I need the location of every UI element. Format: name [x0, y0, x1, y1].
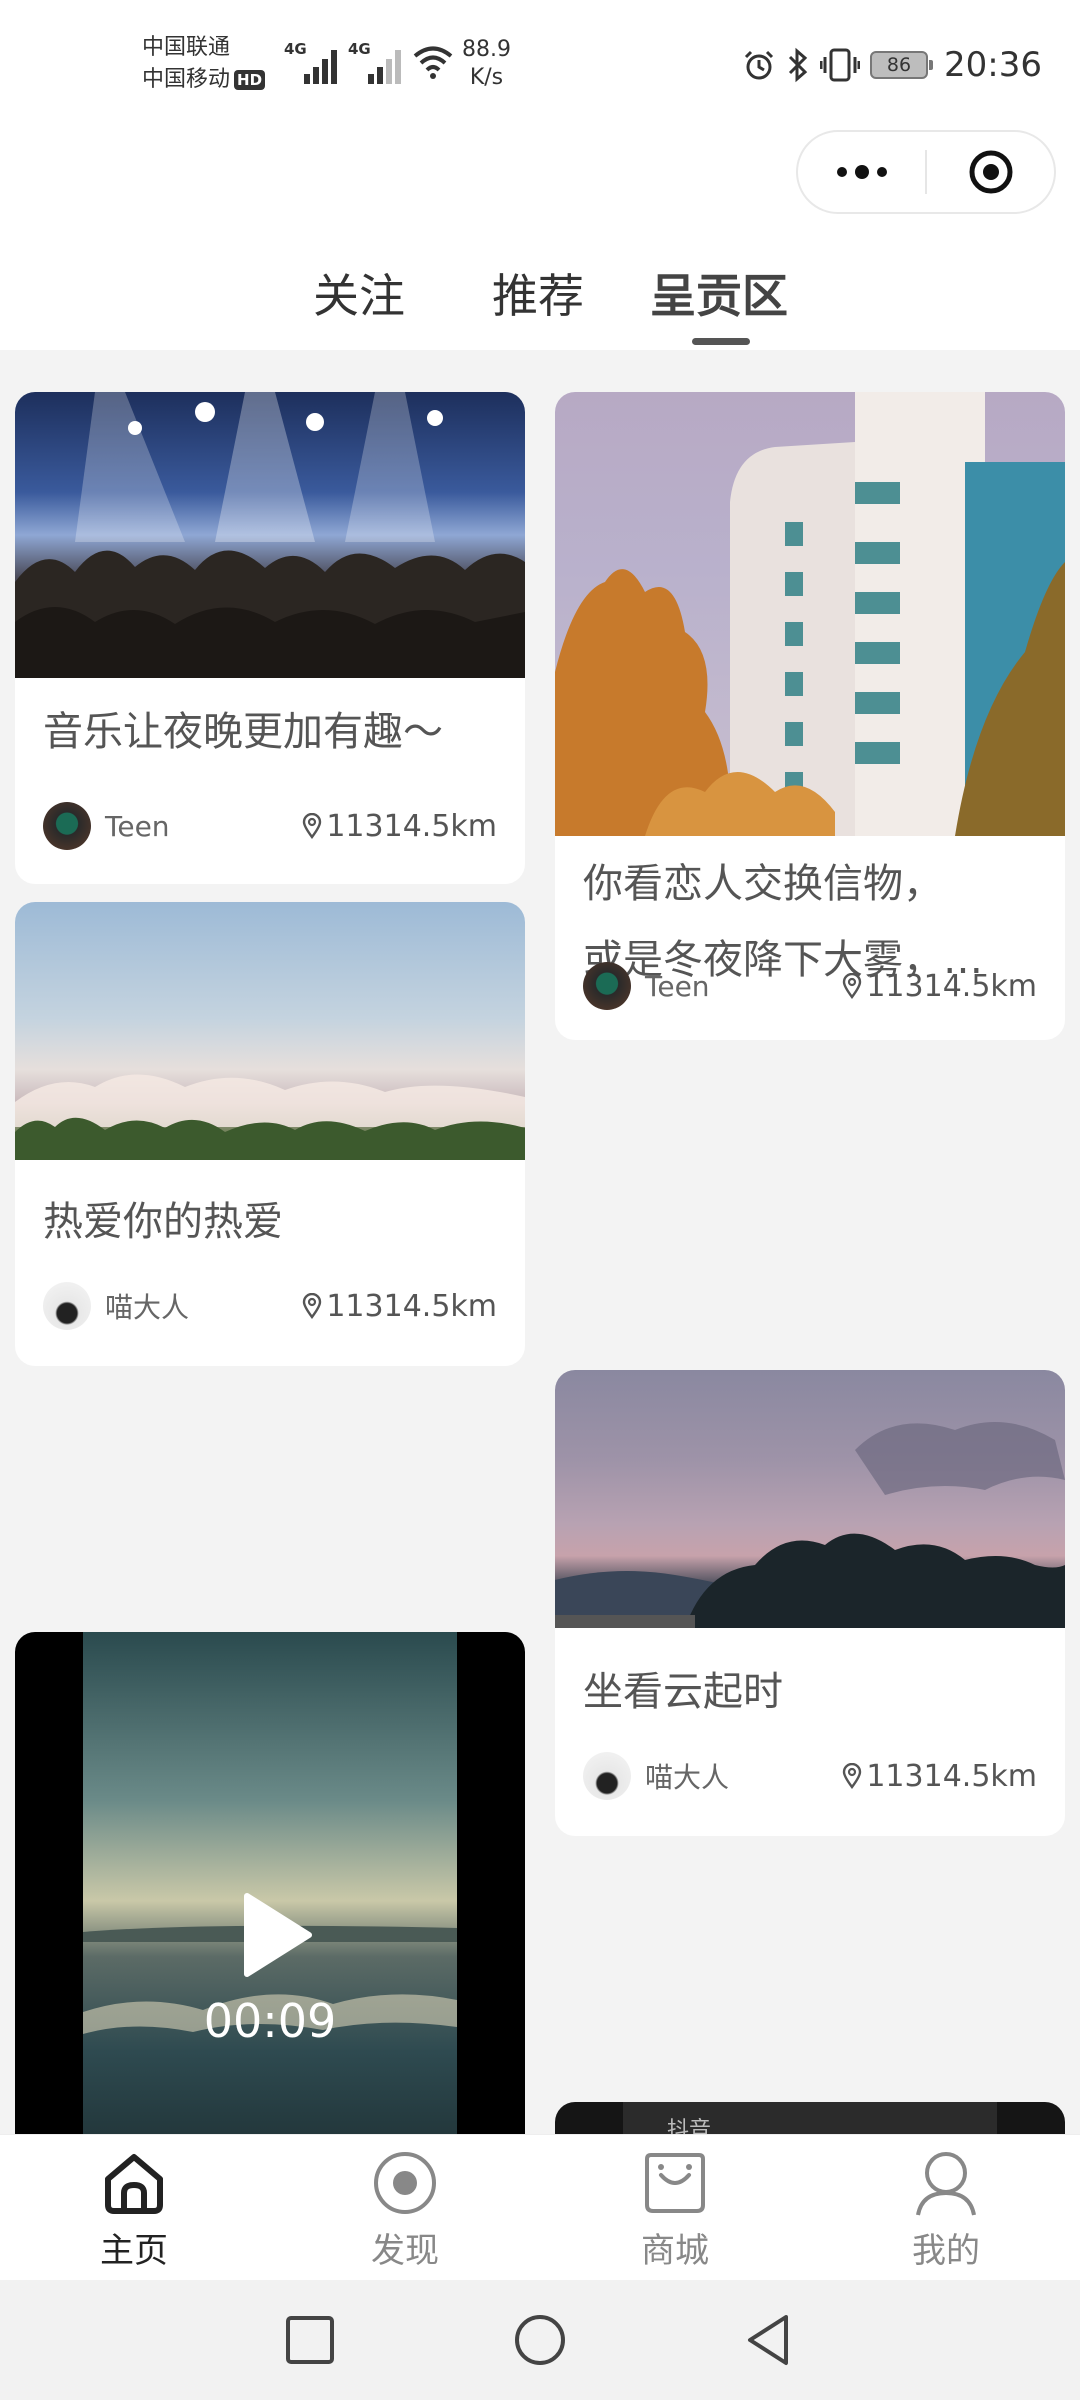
battery-level: 86: [886, 54, 912, 76]
feed-card[interactable]: 坐看云起时 喵大人 11314.5km: [555, 1370, 1065, 1836]
home-circle-icon[interactable]: [512, 2312, 568, 2368]
tab-follow[interactable]: 关注: [313, 260, 405, 332]
author-name[interactable]: 喵大人: [105, 1286, 189, 1326]
hd-badge: HD: [234, 70, 266, 90]
nav-discover[interactable]: 发现: [345, 2149, 465, 2272]
battery-icon: 86: [870, 51, 934, 79]
carrier-2: 中国移动: [142, 67, 231, 92]
nav-shop[interactable]: 商城: [615, 2149, 735, 2272]
top-tabs: 关注 推荐 呈贡区: [0, 260, 1080, 350]
feed-card[interactable]: 你看恋人交换信物， 或是冬夜降下大雾，… Teen 11314.5km: [555, 392, 1065, 1040]
recents-square-icon[interactable]: [284, 2312, 336, 2368]
carrier-info: 中国联通 中国移动 HD: [142, 32, 266, 96]
nav-home[interactable]: 主页: [74, 2149, 194, 2272]
sea-sunset-video: [83, 1632, 457, 2134]
distance: 11314.5km: [842, 1759, 1037, 1794]
distance-value: 11314.5km: [326, 1288, 497, 1324]
avatar[interactable]: [583, 962, 631, 1010]
status-bar: 中国联通 中国移动 HD 4G 4G 88.9 K/s 86 20:36: [0, 0, 1080, 130]
distance: 11314.5km: [842, 969, 1037, 1004]
speed-value: 88.9: [462, 37, 511, 62]
nav-profile-label: 我的: [912, 2231, 980, 2271]
profile-icon: [916, 2152, 976, 2216]
nav-profile[interactable]: 我的: [886, 2149, 1006, 2272]
tab-recommend[interactable]: 推荐: [492, 260, 584, 332]
feed-card-partial[interactable]: 抖音: [555, 2102, 1065, 2134]
distance-value: 11314.5km: [866, 1758, 1037, 1794]
video-card[interactable]: 00:09: [15, 1632, 525, 2134]
avatar[interactable]: [583, 1752, 631, 1800]
tab-chenggong-district[interactable]: 呈贡区: [650, 260, 788, 332]
card-title: 热爱你的热爱: [43, 1199, 283, 1245]
card-title: 坐看云起时: [583, 1669, 783, 1715]
carrier-1: 中国联通: [142, 35, 231, 60]
location-pin-icon: [303, 813, 322, 839]
sky-clouds-photo: [15, 902, 525, 1160]
mini-program-capsule: [796, 130, 1056, 214]
target-close-icon: [969, 150, 1012, 194]
status-icons: 86 20:36: [742, 40, 1042, 90]
shop-bag-icon: [645, 2153, 705, 2213]
bluetooth-icon: [788, 47, 808, 83]
author-name[interactable]: Teen: [645, 970, 710, 1003]
play-icon[interactable]: [239, 1892, 313, 1978]
author-name[interactable]: Teen: [105, 810, 170, 843]
nav-home-label: 主页: [100, 2231, 168, 2271]
feed-grid: 音乐让夜晚更加有趣～ Teen 11314.5km 热爱你的热爱 喵大人 113…: [0, 350, 1080, 2134]
more-dots-icon: [836, 165, 887, 179]
feed-card[interactable]: 热爱你的热爱 喵大人 11314.5km: [15, 902, 525, 1366]
tiktok-watermark: 抖音: [667, 2118, 712, 2134]
discover-icon: [374, 2152, 436, 2214]
distance: 11314.5km: [302, 1289, 497, 1324]
card-meta: 喵大人 11314.5km: [43, 1282, 497, 1330]
avatar[interactable]: [43, 1282, 91, 1330]
video-duration: 00:09: [203, 1994, 337, 2048]
speed-unit: K/s: [469, 65, 504, 90]
wifi-icon: [413, 46, 453, 79]
distance: 11314.5km: [302, 809, 497, 844]
tiktok-thumbnail: 抖音: [623, 2102, 997, 2134]
alarm-icon: [744, 50, 774, 80]
feed-card[interactable]: 音乐让夜晚更加有趣～ Teen 11314.5km: [15, 392, 525, 884]
location-pin-icon: [303, 1293, 322, 1319]
card-title: 音乐让夜晚更加有趣～: [43, 709, 443, 755]
nav-shop-label: 商城: [641, 2231, 709, 2271]
location-pin-icon: [843, 1763, 862, 1789]
distance-value: 11314.5km: [326, 808, 497, 844]
distance-value: 11314.5km: [866, 968, 1037, 1004]
back-triangle-icon[interactable]: [742, 2312, 796, 2368]
dusk-trees-photo: [555, 1370, 1065, 1628]
card-meta: Teen 11314.5km: [583, 962, 1037, 1010]
clock: 20:36: [944, 45, 1042, 85]
location-pin-icon: [843, 973, 862, 999]
active-tab-indicator: [692, 338, 750, 345]
vibrate-icon: [820, 48, 861, 82]
building-autumn-photo: [555, 392, 1065, 836]
card-meta: 喵大人 11314.5km: [583, 1752, 1037, 1800]
more-button[interactable]: [798, 132, 925, 212]
nav-discover-label: 发现: [371, 2231, 439, 2271]
system-nav-bar: [0, 2280, 1080, 2400]
network-speed: 88.9 K/s: [462, 36, 511, 92]
concert-photo: [15, 392, 525, 678]
card-title-line1: 你看恋人交换信物，: [583, 861, 943, 907]
avatar[interactable]: [43, 802, 91, 850]
close-mini-program-button[interactable]: [927, 132, 1054, 212]
bottom-nav: 主页 发现 商城 我的: [0, 2134, 1080, 2280]
home-icon: [105, 2154, 163, 2214]
card-meta: Teen 11314.5km: [43, 802, 497, 850]
author-name[interactable]: 喵大人: [645, 1756, 729, 1796]
